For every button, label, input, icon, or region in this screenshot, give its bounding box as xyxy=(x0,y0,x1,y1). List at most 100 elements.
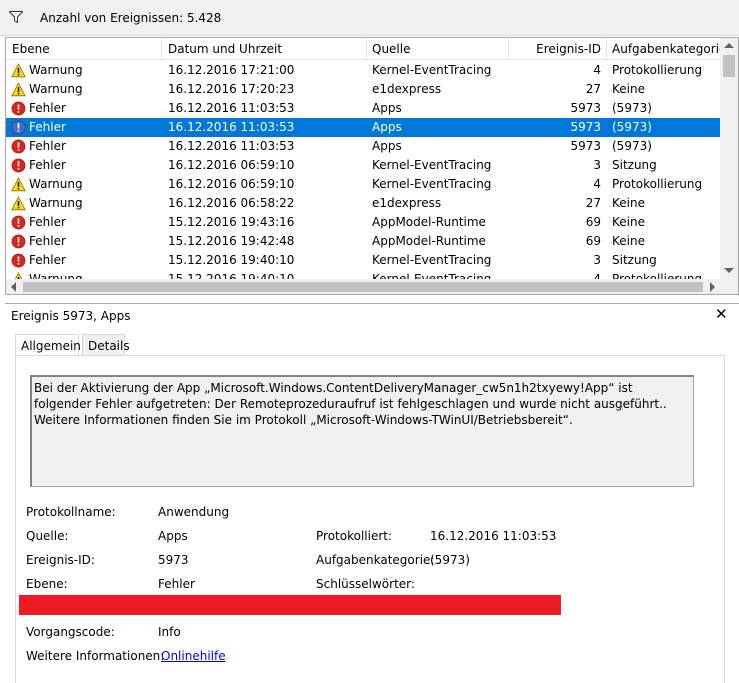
row-source: Apps xyxy=(372,101,402,115)
column-header-source[interactable]: Quelle xyxy=(372,42,410,56)
row-event-id: 69 xyxy=(585,215,601,229)
row-level: Warnung xyxy=(29,177,83,191)
row-category: Sitzung xyxy=(612,158,657,172)
scroll-up-icon[interactable] xyxy=(724,43,734,48)
redaction-bar xyxy=(19,595,561,615)
row-category: (5973) xyxy=(612,120,652,134)
event-count-label: Anzahl von Ereignissen: 5.428 xyxy=(40,11,222,25)
row-source: Apps xyxy=(372,139,402,153)
error-icon xyxy=(11,215,26,230)
tab-general[interactable]: Allgemein xyxy=(15,334,81,357)
error-icon xyxy=(11,139,26,154)
row-event-id: 4 xyxy=(593,63,601,77)
table-row[interactable]: Warnung 16.12.2016 17:21:00 Kernel-EventTr… xyxy=(6,61,720,80)
row-source: Kernel-EventTracing xyxy=(372,253,492,267)
scroll-right-icon[interactable] xyxy=(710,282,715,292)
row-date: 16.12.2016 11:03:53 xyxy=(168,120,295,134)
warning-icon xyxy=(11,63,26,78)
row-date: 15.12.2016 19:43:16 xyxy=(168,215,295,229)
row-level: Fehler xyxy=(29,101,66,115)
opcode-value: Info xyxy=(158,625,181,639)
row-category: Protokollierung xyxy=(612,63,703,77)
source-label: Quelle: xyxy=(26,529,69,543)
scroll-thumb-horizontal[interactable] xyxy=(23,282,703,292)
event-description[interactable]: Bei der Aktivierung der App „Microsoft.W… xyxy=(30,375,694,487)
column-header-level[interactable]: Ebene xyxy=(12,42,50,56)
row-date: 16.12.2016 17:21:00 xyxy=(168,63,295,77)
column-header-category[interactable]: Aufgabenkategorie xyxy=(612,42,726,56)
log-name-value: Anwendung xyxy=(158,505,230,519)
table-row[interactable]: Fehler 16.12.2016 06:59:10 Kernel-EventTra… xyxy=(6,156,720,175)
row-date: 15.12.2016 19:40:10 xyxy=(168,253,295,267)
row-event-id: 5973 xyxy=(570,101,601,115)
row-category: Keine xyxy=(612,215,645,229)
table-row[interactable]: Warnung 16.12.2016 06:59:10 Kernel-EventTr… xyxy=(6,175,720,194)
row-source: Kernel-EventTracing xyxy=(372,63,492,77)
table-row[interactable]: Warnung 16.12.2016 06:58:22 e1dexpress 27 Ke… xyxy=(6,194,720,213)
source-value: Apps xyxy=(158,529,188,543)
row-category: Protokollierung xyxy=(612,177,703,191)
filter-icon[interactable] xyxy=(9,11,23,23)
row-event-id: 69 xyxy=(585,234,601,248)
log-name-label: Protokollname: xyxy=(26,505,116,519)
keywords-label: Schlüsselwörter: xyxy=(316,577,415,591)
column-header-event-id[interactable]: Ereignis-ID xyxy=(536,42,601,56)
table-row[interactable]: Warnung 16.12.2016 17:20:23 e1dexpress 27 Ke… xyxy=(6,80,720,99)
row-date: 16.12.2016 17:20:23 xyxy=(168,82,295,96)
vertical-scrollbar[interactable] xyxy=(720,38,738,279)
general-panel: Bei der Aktivierung der App „Microsoft.W… xyxy=(15,355,725,683)
row-date: 15.12.2016 19:42:48 xyxy=(168,234,295,248)
table-row[interactable]: Fehler 15.12.2016 19:40:10 Kernel-EventTra… xyxy=(6,251,720,270)
row-category: (5973) xyxy=(612,139,652,153)
row-event-id: 3 xyxy=(593,253,601,267)
more-info-label: Weitere Informationen: xyxy=(26,649,165,663)
row-category: (5973) xyxy=(612,101,652,115)
table-row[interactable]: Fehler 15.12.2016 19:43:16 AppModel-Runtim… xyxy=(6,213,720,232)
row-source: Kernel-EventTracing xyxy=(372,177,492,191)
row-level: Fehler xyxy=(29,158,66,172)
horizontal-scrollbar[interactable] xyxy=(6,279,738,294)
error-icon xyxy=(11,120,26,135)
scroll-down-icon[interactable] xyxy=(724,268,734,273)
row-category: Keine xyxy=(612,82,645,96)
event-id-value: 5973 xyxy=(158,553,189,567)
table-row[interactable]: Fehler 15.12.2016 19:42:48 AppModel-Runtim… xyxy=(6,232,720,251)
row-event-id: 5973 xyxy=(570,139,601,153)
row-date: 16.12.2016 06:59:10 xyxy=(168,177,295,191)
row-event-id: 27 xyxy=(585,82,601,96)
row-event-id: 4 xyxy=(593,177,601,191)
event-id-label: Ereignis-ID: xyxy=(26,553,95,567)
tab-details[interactable]: Details xyxy=(82,334,130,356)
column-header-date[interactable]: Datum und Uhrzeit xyxy=(168,42,282,56)
row-event-id: 27 xyxy=(585,196,601,210)
row-source: Kernel-EventTracing xyxy=(372,158,492,172)
logged-value: 16.12.2016 11:03:53 xyxy=(430,529,557,543)
row-source: Apps xyxy=(372,120,402,134)
table-row[interactable]: Fehler 16.12.2016 11:03:53 Apps 5973 (5973) xyxy=(6,137,720,156)
error-icon xyxy=(11,253,26,268)
close-icon[interactable]: ✕ xyxy=(715,306,728,322)
online-help-link[interactable]: Onlinehilfe xyxy=(161,649,226,663)
row-category: Sitzung xyxy=(612,253,657,267)
error-icon xyxy=(11,101,26,116)
level-label: Ebene: xyxy=(26,577,68,591)
row-level: Fehler xyxy=(29,253,66,267)
table-row[interactable]: Fehler 16.12.2016 11:03:53 Apps 5973 (5973) xyxy=(6,99,720,118)
task-category-value: (5973) xyxy=(430,553,470,567)
row-level: Fehler xyxy=(29,215,66,229)
row-source: AppModel-Runtime xyxy=(372,215,486,229)
event-list[interactable]: Ebene Datum und Uhrzeit Quelle Ereignis-… xyxy=(5,37,739,295)
detail-title: Ereignis 5973, Apps xyxy=(11,309,131,323)
detail-header: Ereignis 5973, Apps ✕ xyxy=(5,303,739,325)
row-level: Fehler xyxy=(29,139,66,153)
scroll-left-icon[interactable] xyxy=(11,282,16,292)
table-row[interactable]: Fehler 16.12.2016 11:03:53 Apps 5973 (5973) xyxy=(6,118,720,137)
row-date: 16.12.2016 11:03:53 xyxy=(168,101,295,115)
scroll-thumb[interactable] xyxy=(723,55,735,77)
error-icon xyxy=(11,158,26,173)
error-icon xyxy=(11,234,26,249)
row-source: AppModel-Runtime xyxy=(372,234,486,248)
row-event-id: 3 xyxy=(593,158,601,172)
row-date: 16.12.2016 11:03:53 xyxy=(168,139,295,153)
column-header: Ebene Datum und Uhrzeit Quelle Ereignis-… xyxy=(6,38,726,60)
